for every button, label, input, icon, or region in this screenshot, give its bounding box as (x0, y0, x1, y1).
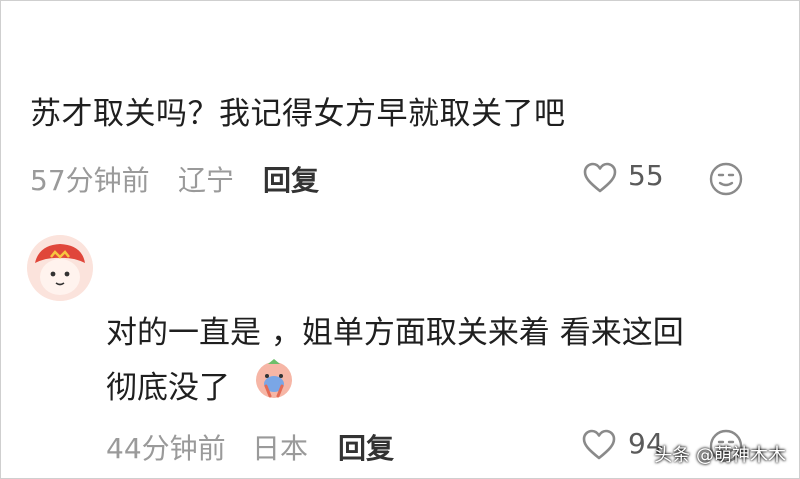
comment-panel (0, 0, 800, 479)
heart-icon[interactable] (583, 162, 617, 194)
comment-time: 57分钟前 (30, 164, 150, 197)
reply-button[interactable]: 回复 (263, 159, 319, 199)
avatar[interactable] (27, 235, 93, 301)
emoji-sticker (256, 359, 292, 398)
like-count: 55 (628, 159, 664, 192)
reply-button[interactable]: 回复 (338, 427, 394, 467)
comment-location: 日本 (252, 432, 309, 465)
comment-text-line-1: 对的一直是 ，姐单方面取关来着 看来这回 (106, 315, 684, 351)
comment-location: 辽宁 (178, 164, 235, 197)
smiley-icon[interactable] (708, 161, 744, 197)
comment-time: 44分钟前 (106, 432, 226, 465)
heart-icon[interactable] (582, 429, 616, 461)
watermark: 头条 @萌神木木 (654, 445, 786, 466)
comment-text: 苏才取关吗？我记得女方早就取关了吧 (30, 96, 566, 132)
comment-text-line-2: 彻底没了 (106, 370, 230, 406)
